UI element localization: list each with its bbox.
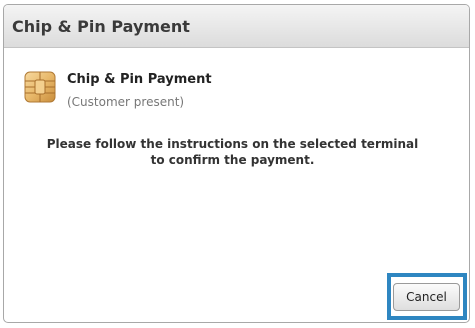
dialog-titlebar: Chip & Pin Payment xyxy=(4,5,469,48)
chip-card-icon xyxy=(24,71,56,103)
cancel-button[interactable]: Cancel xyxy=(393,283,460,311)
payment-method-subtitle: (Customer present) xyxy=(67,95,185,109)
terminal-instructions: Please follow the instructions on the se… xyxy=(46,137,419,167)
payment-method-title: Chip & Pin Payment xyxy=(67,72,212,87)
dialog-title: Chip & Pin Payment xyxy=(12,17,190,36)
